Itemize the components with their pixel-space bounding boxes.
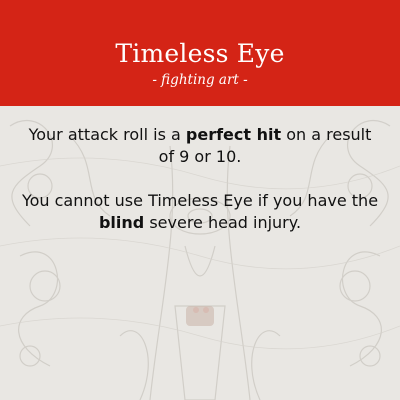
effect-text-pre: Your attack roll is a [28,125,186,144]
effect-paragraph: Your attack roll is a perfect hit on a r… [20,124,380,168]
restriction-text-post: severe head injury. [144,213,302,232]
keyword-blind: blind [98,213,145,232]
fighting-art-card: Timeless Eye - fighting art - Your attac… [0,0,400,400]
card-title: Timeless Eye [115,39,285,68]
card-subtitle: - fighting art - [152,72,248,88]
restriction-paragraph: You cannot use Timeless Eye if you have … [20,190,380,234]
card-header: Timeless Eye - fighting art - [0,0,400,106]
restriction-text-pre: You cannot use Timeless Eye if you have … [21,191,379,210]
card-body: Your attack roll is a perfect hit on a r… [20,124,380,256]
keyword-perfect-hit: perfect hit [185,125,282,144]
